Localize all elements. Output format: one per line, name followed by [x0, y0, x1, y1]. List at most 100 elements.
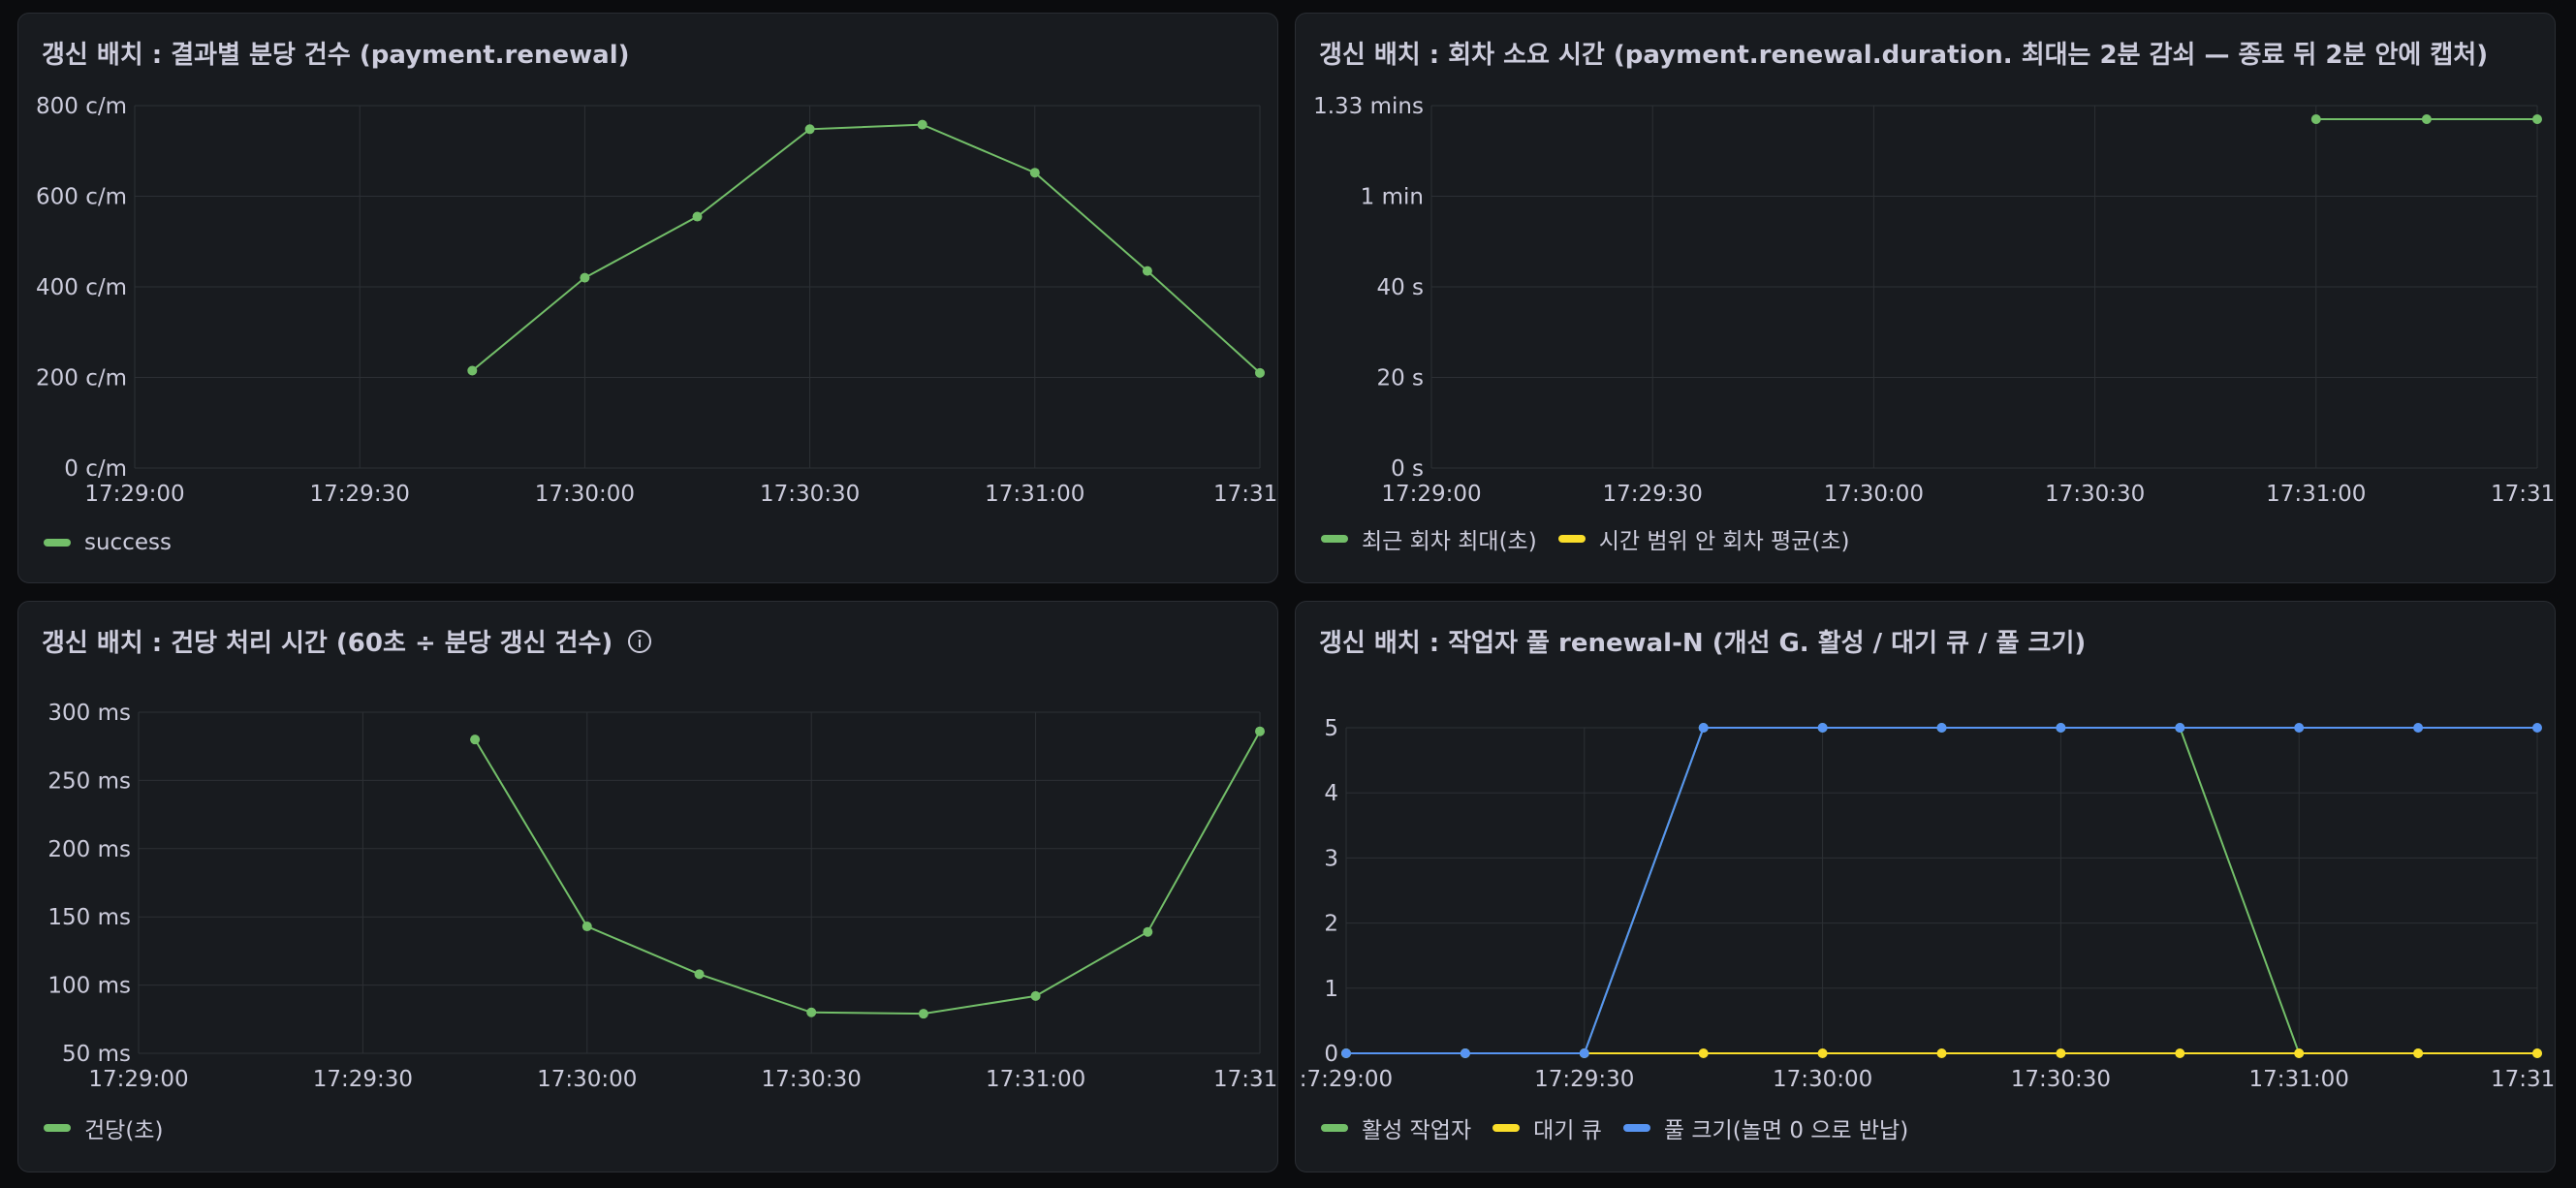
x-tick-label: 17:29:00	[1381, 482, 1481, 507]
x-tick-label: 17:30:30	[762, 1067, 862, 1092]
legend-item[interactable]: 활성 작업자	[1321, 1111, 1471, 1144]
y-tick-label: 0 s	[1391, 456, 1424, 482]
legend-swatch	[1622, 1124, 1650, 1132]
legend-item[interactable]: 풀 크기(놀면 0 으로 반납)	[1622, 1111, 1909, 1144]
legend-item[interactable]: 최근 회차 최대(초)	[1321, 522, 1537, 555]
y-tick-label: 300 ms	[47, 701, 131, 726]
legend-item[interactable]: 시간 범위 안 회차 평균(초)	[1557, 522, 1850, 555]
x-tick-label: 17:31:00	[985, 482, 1084, 507]
y-tick-label: 20 s	[1376, 366, 1424, 391]
data-point[interactable]	[2421, 114, 2432, 125]
data-point[interactable]	[2413, 723, 2424, 733]
legend-swatch	[44, 1124, 71, 1132]
series-line-0[interactable]	[474, 731, 1261, 1016]
data-point[interactable]	[1460, 1048, 1470, 1058]
chart-renewal-count: 0 c/m 200 c/m 400 c/m 600 c/m 800 c/m 17:29:0…	[36, 94, 1278, 507]
y-tick-label: 2	[1324, 912, 1338, 937]
data-point[interactable]	[1936, 1048, 1947, 1058]
data-point[interactable]	[2413, 1048, 2424, 1058]
data-point[interactable]	[1255, 726, 1265, 736]
data-point[interactable]	[580, 272, 590, 283]
chart-renewal-duration: 0 s 20 s 40 s 1 min 1.33 mins 17:29:00 17:29:3…	[1313, 94, 2556, 507]
x-tick-label: 17:31:	[2491, 482, 2556, 507]
legend-label: 활성 작업자	[1362, 1118, 1472, 1143]
y-tick-label: 150 ms	[47, 905, 131, 930]
data-point[interactable]	[581, 922, 592, 932]
legend-item[interactable]: success	[44, 530, 172, 555]
data-point[interactable]	[1817, 1048, 1828, 1058]
x-tick-label: 17:30:30	[760, 482, 860, 507]
data-point[interactable]	[1255, 367, 1265, 378]
data-point[interactable]	[918, 1009, 928, 1019]
data-point[interactable]	[2294, 723, 2305, 733]
data-point[interactable]	[917, 119, 927, 130]
data-point[interactable]	[2532, 114, 2542, 125]
data-point[interactable]	[1817, 723, 1828, 733]
data-point[interactable]	[2175, 1048, 2185, 1058]
legend-swatch	[1321, 1124, 1348, 1132]
y-tick-label: 1	[1324, 977, 1338, 1002]
series-line-0[interactable]	[471, 123, 1261, 374]
x-tick-label: 17:30:30	[2011, 1067, 2111, 1092]
y-tick-label: 4	[1324, 781, 1338, 806]
series-line-0[interactable]	[1346, 727, 2537, 1054]
legend-swatch	[1492, 1124, 1521, 1132]
x-tick-label: :7:29:00	[1300, 1067, 1393, 1092]
legend-label: 풀 크기(놀면 0 으로 반납)	[1663, 1118, 1909, 1143]
legend: 활성 작업자 대기 큐 풀 크기(놀면 0 으로 반납)	[1321, 1111, 1908, 1144]
data-point[interactable]	[2532, 723, 2542, 733]
x-tick-label: 17:29:30	[310, 482, 410, 507]
y-tick-label: 200 ms	[47, 837, 131, 862]
legend-label: 최근 회차 최대(초)	[1362, 529, 1537, 554]
legend: 건당(초)	[44, 1111, 163, 1144]
x-tick-label: 17:30:00	[1824, 482, 1924, 507]
x-tick-label: 17:31:00	[2266, 482, 2366, 507]
data-point[interactable]	[806, 1007, 817, 1017]
data-point[interactable]	[1142, 266, 1152, 276]
chart-per-item-time: 50 ms 100 ms 150 ms 200 ms 250 ms 300 ms 17:29…	[47, 701, 1277, 1092]
data-point[interactable]	[2056, 723, 2066, 733]
data-point[interactable]	[692, 211, 703, 222]
data-point[interactable]	[694, 969, 705, 980]
legend-label: 건당(초)	[84, 1118, 164, 1143]
x-tick-label: 17:30:00	[537, 1067, 637, 1092]
y-tick-label: 40 s	[1376, 275, 1424, 300]
data-point[interactable]	[470, 735, 481, 745]
y-tick-label: 800 c/m	[36, 94, 127, 119]
legend-item[interactable]: 건당(초)	[44, 1111, 163, 1144]
data-point[interactable]	[1579, 1048, 1589, 1058]
series-line-2[interactable]	[1346, 727, 2537, 1054]
chart-worker-pool: 0 1 2 3 4 5:7:29:00 17:29:30 17:30:00 17:30:30 17…	[1300, 716, 2555, 1092]
data-point[interactable]	[1030, 990, 1041, 1001]
x-tick-label: 17:31:	[1213, 482, 1278, 507]
legend-label: 시간 범위 안 회차 평균(초)	[1598, 529, 1850, 554]
panel-renewal-count: 갱신 배치 : 결과별 분당 건수 (payment.renewal) 0 c/…	[17, 13, 1278, 583]
data-point[interactable]	[2294, 1048, 2305, 1058]
y-tick-label: 400 c/m	[36, 275, 127, 300]
data-point[interactable]	[804, 124, 815, 135]
x-tick-label: 17:29:30	[313, 1067, 413, 1092]
legend: 최근 회차 최대(초) 시간 범위 안 회차 평균(초)	[1321, 522, 1850, 555]
legend-item[interactable]: 대기 큐	[1492, 1111, 1602, 1144]
y-tick-label: 250 ms	[47, 768, 131, 794]
data-point[interactable]	[2532, 1048, 2542, 1058]
y-tick-label: 600 c/m	[36, 185, 127, 210]
y-tick-label: 0	[1324, 1042, 1338, 1067]
y-tick-label: 5	[1324, 716, 1338, 741]
data-point[interactable]	[1029, 168, 1040, 178]
data-point[interactable]	[1341, 1048, 1351, 1058]
data-point[interactable]	[1698, 1048, 1709, 1058]
y-tick-label: 3	[1324, 846, 1338, 871]
data-point[interactable]	[2310, 114, 2321, 125]
y-tick-label: 200 c/m	[36, 366, 127, 391]
data-point[interactable]	[1698, 723, 1709, 733]
data-point[interactable]	[2056, 1048, 2066, 1058]
data-point[interactable]	[467, 365, 478, 376]
y-tick-label: 1.33 mins	[1313, 94, 1424, 119]
data-point[interactable]	[1936, 723, 1947, 733]
legend-label: success	[84, 530, 172, 555]
legend: success	[44, 530, 172, 555]
data-point[interactable]	[1143, 926, 1153, 937]
legend-label: 대기 큐	[1533, 1118, 1602, 1143]
data-point[interactable]	[2175, 723, 2185, 733]
